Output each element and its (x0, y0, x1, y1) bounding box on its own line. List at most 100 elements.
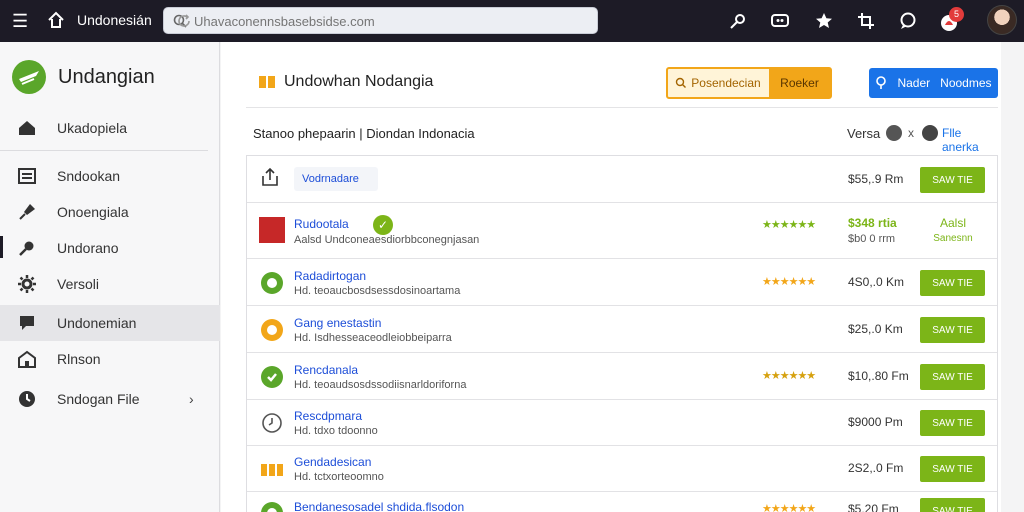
bars-icon (261, 464, 283, 476)
main-panel: Undowhan Nodangia Posendecian Roeker Nad… (221, 42, 1001, 512)
share-icon (262, 167, 278, 186)
item-button[interactable]: SAW TIE (920, 167, 985, 193)
list-item[interactable]: Radadirtogan Hd. teoaucbosdsessdosinoart… (247, 259, 997, 306)
highlight-sublabel: Sanesnn (933, 233, 973, 244)
product-list: Vodrnadare $55,.9 Rm SAW TIE Rudootala ✓… (246, 155, 998, 512)
sidebar-item-label: Undorano (57, 240, 119, 256)
item-name: Radadirtogan (294, 269, 367, 283)
page-title: Undowhan Nodangia (284, 73, 434, 90)
divider (246, 107, 998, 108)
rating-stars: ★★★★★★ (762, 503, 816, 512)
rating-stars: ★★★★★★ (762, 276, 816, 288)
brand-logo-icon (12, 60, 46, 94)
orange-button-label: Posendecian (691, 76, 761, 90)
item-name: Rudootala (294, 217, 349, 231)
refresh-badge-icon (261, 366, 283, 388)
arrow-icon[interactable] (886, 125, 902, 141)
item-description: Hd. teoaudsosdssodiisnarldoriforna (294, 379, 467, 391)
sidebar-item-1[interactable]: Sndookan (0, 158, 220, 194)
bubble-icon[interactable] (898, 11, 918, 31)
flag-icon (20, 316, 34, 330)
item-price: 2S2,.0 Fm (848, 461, 904, 475)
clock-icon (262, 413, 282, 433)
app-title: Undonesián (77, 12, 152, 28)
blue-button-label-a: Nader (897, 76, 931, 90)
sidebar-item-2[interactable]: Onoengiala (0, 194, 220, 230)
sidebar-item-0[interactable]: Ukadopiela (0, 110, 220, 146)
item-name: Bendanesosadel shdida.flsodon (294, 500, 465, 512)
sidebar-item-3[interactable]: Undorano (0, 230, 220, 266)
list-item[interactable]: Rudootala ✓ Aalsd Undconeaesdiorbbconegn… (247, 203, 997, 259)
list-item[interactable]: Rencdanala Hd. teoaudsosdssodiisnarldori… (247, 353, 997, 400)
item-name: Rescdpmara (294, 409, 363, 423)
item-button[interactable]: SAW TIE (920, 410, 985, 436)
sidebar-item-4[interactable]: Versoli (0, 266, 220, 302)
item-price: $25,.0 Km (848, 322, 903, 336)
menu-icon[interactable]: ☰ (12, 11, 32, 31)
home-icon[interactable] (46, 10, 66, 30)
item-price: $10,.80 Fm (848, 369, 909, 383)
item-price: $9000 Pm (848, 415, 903, 429)
chevron-right-icon: › (189, 391, 194, 407)
search-icon (676, 77, 687, 88)
rating-stars: ★★★★★★ (762, 370, 816, 382)
item-description: Hd. Isdhesseaceodleiobbeiparra (294, 332, 452, 344)
search-bar[interactable] (163, 7, 598, 34)
check-icon: ✓ (373, 215, 393, 235)
version-label: Versa (847, 126, 881, 141)
info-icon[interactable] (922, 125, 938, 141)
subtitle: Stanoo phepaarin | Diondan Indonacia (253, 126, 475, 141)
item-description: Hd. teoaucbosdsessdosinoartama (294, 285, 461, 297)
sidebar-item-7[interactable]: Sndogan File › (0, 381, 220, 417)
pin-icon (876, 76, 887, 89)
list-tag: Vodrnadare (294, 167, 378, 191)
item-description: Hd. tdxo tdoonno (294, 425, 378, 437)
list-icon (18, 168, 36, 184)
sidebar-item-label: Sndookan (57, 168, 121, 184)
chat-icon[interactable] (770, 11, 790, 31)
list-item[interactable]: Rescdpmara Hd. tdxo tdoonno $9000 Pm SAW… (247, 400, 997, 446)
item-description: Hd. tctxorteoomno (294, 471, 384, 483)
item-price: $5,20 Fm (848, 502, 899, 512)
notifications[interactable]: 5 (939, 7, 965, 35)
key-icon[interactable] (728, 11, 748, 31)
sidebar-item-5[interactable]: Undonemian (0, 305, 220, 341)
sidebar-item-label: Undonemian (57, 315, 137, 331)
item-button[interactable]: SAW TIE (920, 498, 985, 512)
sun-icon (261, 319, 283, 341)
sidebar-item-label: Versoli (57, 276, 100, 292)
item-button[interactable]: SAW TIE (920, 270, 985, 296)
item-button[interactable]: SAW TIE (920, 317, 985, 343)
gear-icon (18, 275, 36, 293)
crop-icon[interactable] (856, 11, 876, 31)
brand[interactable]: Undangian (12, 60, 155, 94)
avatar[interactable] (987, 5, 1017, 35)
sidebar-item-6[interactable]: Rlnson (0, 341, 220, 377)
list-item[interactable]: Vodrnadare $55,.9 Rm SAW TIE (247, 156, 997, 203)
highlight-label: Aalsl (939, 216, 966, 230)
orange-search-button[interactable]: Posendecian (668, 69, 768, 97)
refresh-icon[interactable] (176, 13, 192, 29)
list-item[interactable]: Bendanesosadel shdida.flsodon ★★★★★★ $5,… (247, 492, 997, 512)
file-link[interactable]: Flle anerka (942, 126, 1001, 154)
key-icon (19, 241, 34, 256)
sidebar-item-label: Rlnson (57, 351, 101, 367)
list-item[interactable]: Gang enestastin Hd. Isdhesseaceodleiobbe… (247, 306, 997, 353)
list-item[interactable]: Gendadesican Hd. tctxorteoomno 2S2,.0 Fm… (247, 446, 997, 492)
gear-badge-icon (261, 272, 283, 294)
orange-button-group: Posendecian Roeker (666, 67, 832, 99)
item-name: Gang enestastin (294, 316, 382, 330)
item-price: $348 rtia (848, 216, 897, 230)
notification-badge: 5 (949, 7, 964, 22)
search-input[interactable] (194, 11, 564, 31)
item-price-secondary: $b0 0 rrm (848, 233, 896, 245)
item-button[interactable]: SAW TIE (920, 456, 985, 482)
building-icon (18, 350, 36, 368)
pin-icon (19, 204, 35, 220)
orange-action-button[interactable]: Roeker (769, 69, 830, 97)
blue-button[interactable]: Nader Noodmes (869, 68, 998, 98)
item-name: Gendadesican (294, 455, 372, 469)
sidebar-divider (0, 150, 208, 151)
item-button[interactable]: SAW TIE (920, 364, 985, 390)
star-icon[interactable] (814, 11, 834, 31)
